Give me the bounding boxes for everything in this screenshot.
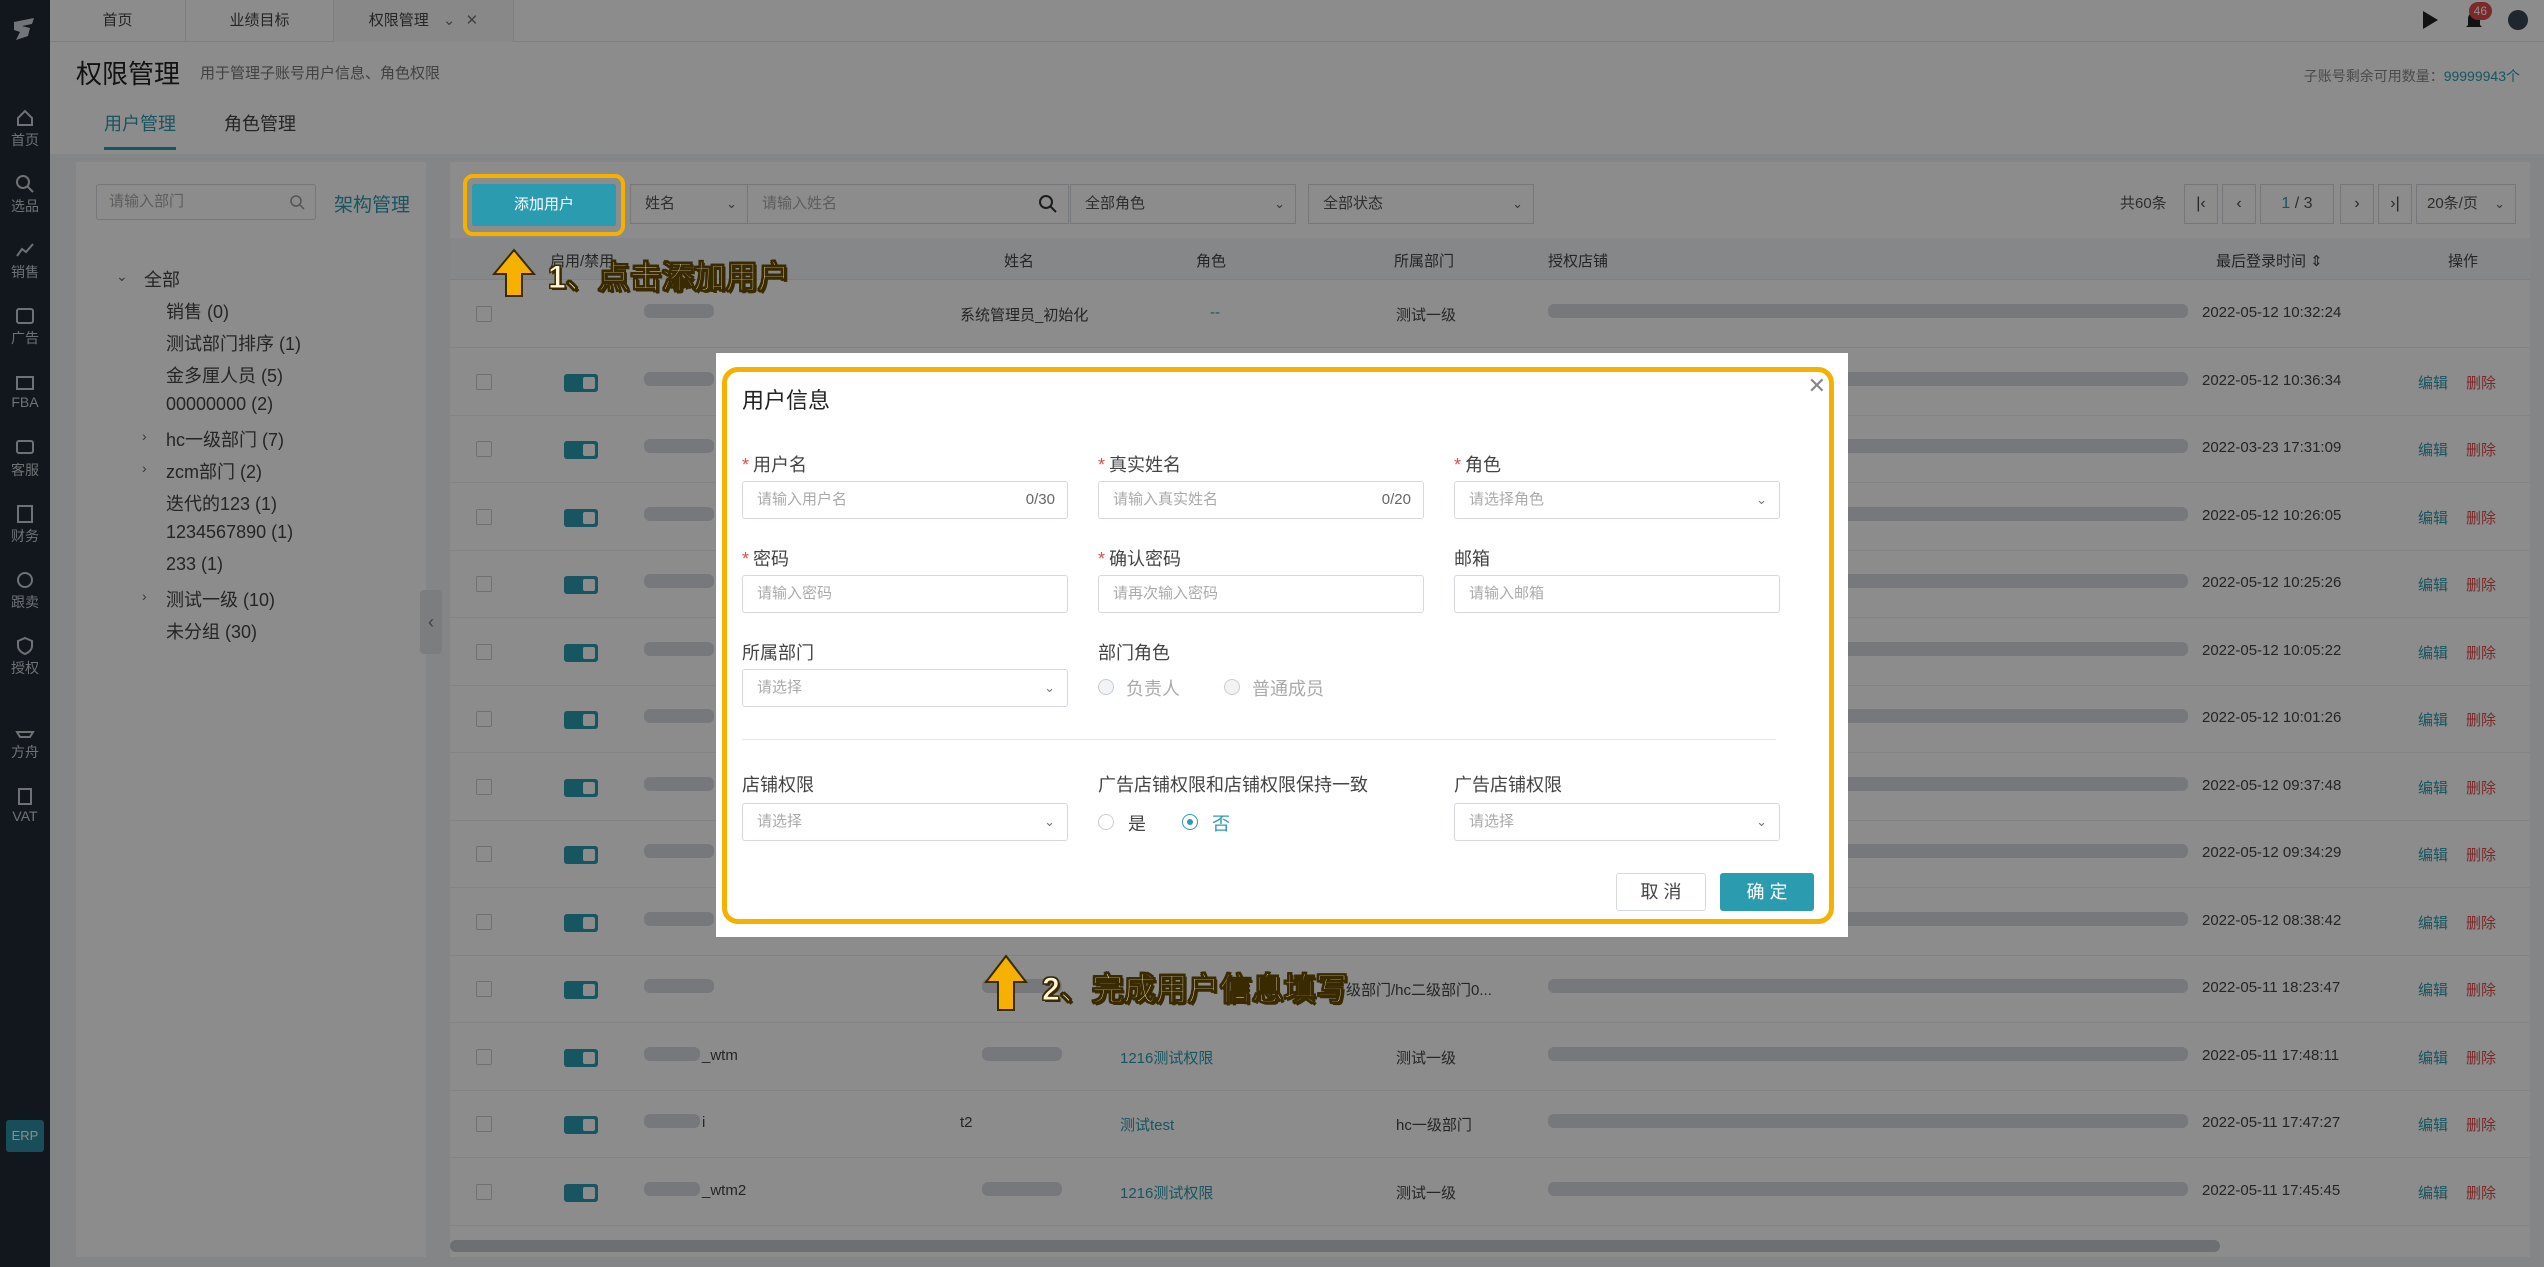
arrow-up-icon: [492, 248, 536, 297]
callout-step1: 1、点击添加用户: [548, 259, 791, 296]
callout-step2: 2、完成用户信息填写: [1042, 971, 1349, 1008]
add-user-highlight-box: [463, 174, 625, 236]
arrow-up-icon: [984, 954, 1028, 1011]
dialog-highlight-box: [722, 367, 1834, 924]
